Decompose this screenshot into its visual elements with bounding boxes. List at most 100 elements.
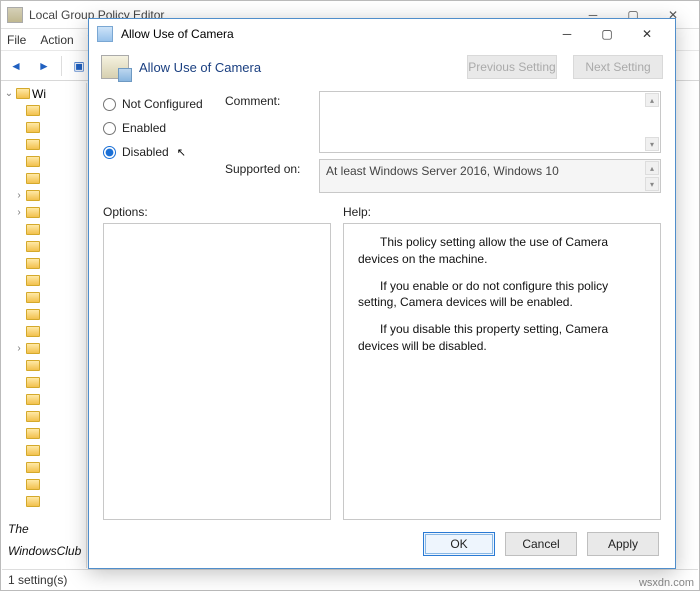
statusbar: 1 setting(s) (2, 569, 698, 590)
supported-on-text: At least Windows Server 2016, Windows 10 (326, 164, 559, 178)
folder-icon (26, 309, 40, 320)
help-paragraph: If you disable this property setting, Ca… (358, 321, 646, 355)
folder-icon (26, 105, 40, 116)
policy-dialog: Allow Use of Camera ─ ▢ ✕ Allow Use of C… (88, 18, 676, 569)
previous-setting-button[interactable]: Previous Setting (467, 55, 557, 79)
options-label: Options: (103, 205, 331, 219)
tree-item[interactable] (4, 425, 86, 442)
tree-item[interactable] (4, 136, 86, 153)
radio-disabled[interactable]: Disabled ↖ (103, 145, 213, 159)
tree-item[interactable] (4, 357, 86, 374)
tree-item[interactable] (4, 391, 86, 408)
folder-icon (26, 462, 40, 473)
ok-button[interactable]: OK (423, 532, 495, 556)
expander-icon[interactable]: ⌄ (4, 88, 14, 99)
scroll-up-icon[interactable]: ▴ (645, 93, 659, 107)
folder-icon (26, 241, 40, 252)
help-paragraph: If you enable or do not configure this p… (358, 278, 646, 312)
folder-icon (26, 479, 40, 490)
dialog-footer: OK Cancel Apply (89, 520, 675, 568)
folder-icon (26, 428, 40, 439)
radio-enabled-input[interactable] (103, 122, 116, 135)
scroll-up-icon[interactable]: ▴ (645, 161, 659, 175)
gpedit-icon (7, 7, 23, 23)
tree-item[interactable]: › (4, 340, 86, 357)
brand-text-b: WindowsClub (8, 544, 81, 558)
folder-icon (26, 292, 40, 303)
tree-item[interactable] (4, 442, 86, 459)
dialog-header: Allow Use of Camera Previous Setting Nex… (89, 49, 675, 85)
tree-item[interactable] (4, 272, 86, 289)
tree-item[interactable] (4, 476, 86, 493)
tree-pane[interactable]: ⌄ Wi › › › (2, 83, 87, 568)
menu-file[interactable]: File (7, 33, 26, 47)
cancel-button[interactable]: Cancel (505, 532, 577, 556)
dialog-close-button[interactable]: ✕ (627, 20, 667, 48)
next-setting-button[interactable]: Next Setting (573, 55, 663, 79)
folder-icon (26, 360, 40, 371)
folder-icon (26, 173, 40, 184)
tree-item[interactable] (4, 221, 86, 238)
expander-icon[interactable]: › (14, 343, 24, 354)
dialog-titlebar[interactable]: Allow Use of Camera ─ ▢ ✕ (89, 19, 675, 49)
comment-label: Comment: (225, 91, 311, 108)
tree-item[interactable]: › (4, 204, 86, 221)
tree-item[interactable] (4, 102, 86, 119)
apply-button[interactable]: Apply (587, 532, 659, 556)
supported-on-box: At least Windows Server 2016, Windows 10… (319, 159, 661, 193)
policy-header-icon (101, 55, 129, 79)
toolbar-up-icon[interactable]: ▣ (68, 55, 90, 77)
dialog-body: Not Configured Enabled Disabled ↖ Commen… (89, 85, 675, 520)
tree-item[interactable] (4, 408, 86, 425)
folder-icon (26, 156, 40, 167)
expander-icon[interactable]: › (14, 190, 24, 201)
expander-icon[interactable]: › (14, 207, 24, 218)
toolbar-divider (61, 56, 62, 76)
comment-textarea[interactable]: ▴ ▾ (319, 91, 661, 153)
tree-item[interactable] (4, 374, 86, 391)
folder-icon (26, 394, 40, 405)
tree-item[interactable] (4, 459, 86, 476)
tree-item[interactable] (4, 323, 86, 340)
radio-not-configured[interactable]: Not Configured (103, 97, 213, 111)
nav-back-button[interactable]: ◄ (5, 55, 27, 77)
options-panel[interactable] (103, 223, 331, 520)
tree-item[interactable] (4, 170, 86, 187)
folder-icon (26, 207, 40, 218)
dialog-title: Allow Use of Camera (121, 27, 234, 41)
tree-root-row[interactable]: ⌄ Wi (4, 85, 86, 102)
folder-icon (26, 377, 40, 388)
watermark-logo: The WindowsClub (0, 511, 89, 563)
help-label: Help: (343, 205, 661, 219)
scroll-down-icon[interactable]: ▾ (645, 177, 659, 191)
radio-disabled-input[interactable] (103, 146, 116, 159)
folder-icon (26, 190, 40, 201)
tree-root-label: Wi (32, 87, 46, 101)
menu-action[interactable]: Action (40, 33, 73, 47)
folder-icon (26, 496, 40, 507)
tree-item[interactable] (4, 493, 86, 510)
nav-forward-button[interactable]: ► (33, 55, 55, 77)
folder-icon (26, 343, 40, 354)
tree-item[interactable] (4, 238, 86, 255)
folder-icon (26, 445, 40, 456)
folder-icon (26, 258, 40, 269)
policy-icon (97, 26, 113, 42)
tree-item[interactable] (4, 306, 86, 323)
dialog-maximize-button[interactable]: ▢ (587, 20, 627, 48)
radio-not-configured-label: Not Configured (122, 97, 203, 111)
scroll-down-icon[interactable]: ▾ (645, 137, 659, 151)
dialog-minimize-button[interactable]: ─ (547, 20, 587, 48)
radio-enabled[interactable]: Enabled (103, 121, 213, 135)
supported-label: Supported on: (225, 159, 311, 176)
tree-item[interactable] (4, 119, 86, 136)
tree-item[interactable] (4, 289, 86, 306)
folder-icon (26, 326, 40, 337)
status-text: 1 setting(s) (8, 573, 67, 587)
tree-item[interactable]: › (4, 187, 86, 204)
folder-icon (26, 275, 40, 286)
folder-icon (26, 122, 40, 133)
tree-item[interactable] (4, 255, 86, 272)
tree-item[interactable] (4, 153, 86, 170)
radio-not-configured-input[interactable] (103, 98, 116, 111)
